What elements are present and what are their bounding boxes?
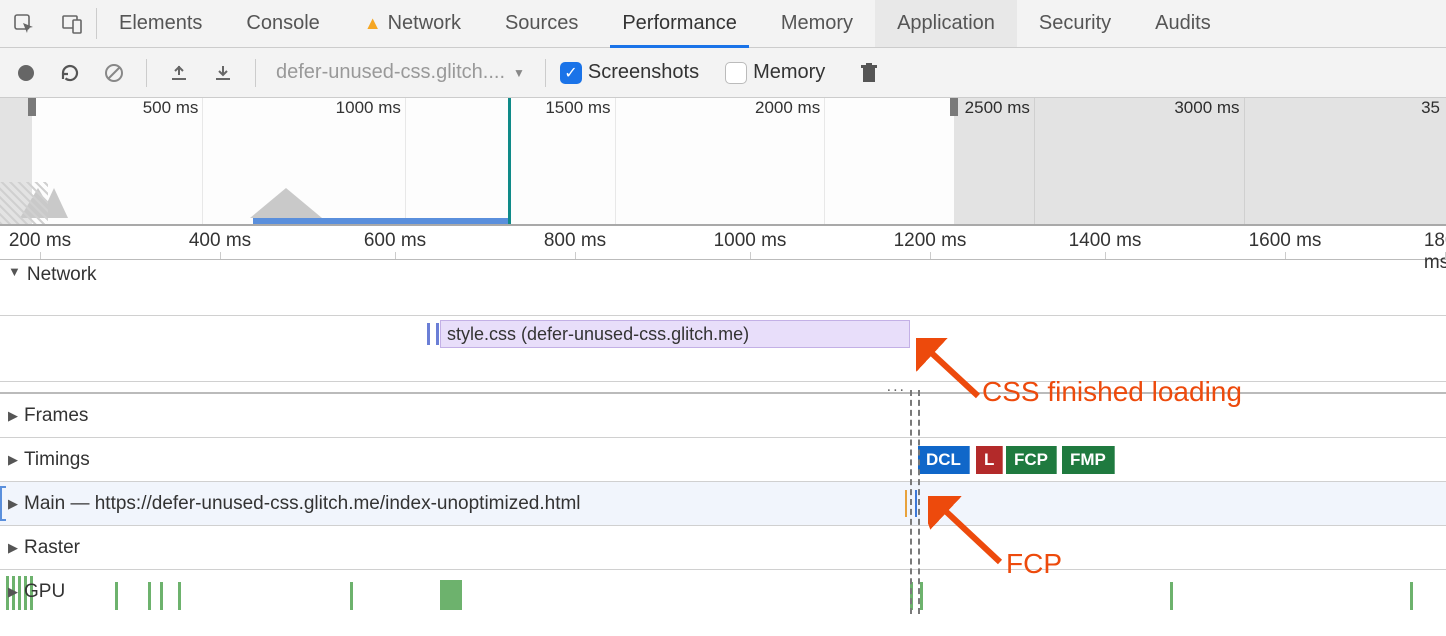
clear-button[interactable] bbox=[96, 55, 132, 91]
overview-hatch bbox=[0, 182, 48, 224]
chevron-right-icon: ▶ bbox=[8, 540, 18, 556]
tab-elements[interactable]: Elements bbox=[97, 0, 224, 47]
overview-tick-line bbox=[202, 98, 203, 224]
device-toggle-icon[interactable] bbox=[48, 0, 96, 47]
gpu-task[interactable] bbox=[148, 582, 151, 610]
gpu-task[interactable] bbox=[178, 582, 181, 610]
overview-tick-line bbox=[615, 98, 616, 224]
tab-console[interactable]: Console bbox=[224, 0, 341, 47]
flamechart-pane: ▼ Network style.css (defer-unused-css.gl… bbox=[0, 260, 1446, 614]
overview-marker bbox=[508, 98, 511, 224]
network-track-body[interactable]: style.css (defer-unused-css.glitch.me) bbox=[0, 316, 1446, 382]
tab-performance[interactable]: Performance bbox=[600, 0, 759, 47]
gpu-task[interactable] bbox=[115, 582, 118, 610]
session-select[interactable]: defer-unused-css.glitch.... ▼ bbox=[270, 61, 531, 84]
gpu-track[interactable]: ▶ GPU bbox=[0, 570, 1446, 614]
reload-button[interactable] bbox=[52, 55, 88, 91]
chevron-right-icon: ▶ bbox=[8, 584, 18, 600]
gpu-task[interactable] bbox=[160, 582, 163, 610]
ruler-tick-label: 800 ms bbox=[544, 230, 606, 252]
ruler-tick-label: 1400 ms bbox=[1069, 230, 1142, 252]
warning-icon: ▲ bbox=[364, 13, 382, 34]
ruler-tick-label: 400 ms bbox=[189, 230, 251, 252]
ruler-tick-line bbox=[1105, 252, 1106, 259]
tab-memory[interactable]: Memory bbox=[759, 0, 875, 47]
overview-tick-label: 1000 ms bbox=[336, 98, 405, 118]
network-request-bar[interactable]: style.css (defer-unused-css.glitch.me) bbox=[440, 320, 910, 348]
network-track-header[interactable]: ▼ Network bbox=[0, 260, 1446, 316]
load-profile-icon[interactable] bbox=[161, 55, 197, 91]
cpu-peak bbox=[250, 178, 322, 218]
record-button[interactable] bbox=[8, 55, 44, 91]
ruler-tick-label: 1000 ms bbox=[714, 230, 787, 252]
overview-timeline[interactable]: 500 ms1000 ms1500 ms2000 ms2500 ms3000 m… bbox=[0, 98, 1446, 226]
tab-audits[interactable]: Audits bbox=[1133, 0, 1233, 47]
chevron-down-icon: ▼ bbox=[8, 264, 21, 279]
session-label: defer-unused-css.glitch.... bbox=[276, 61, 505, 84]
tab-sources[interactable]: Sources bbox=[483, 0, 600, 47]
overview-handle-left[interactable] bbox=[28, 98, 36, 116]
overview-tick-label: 500 ms bbox=[143, 98, 203, 118]
overview-handle-right[interactable] bbox=[950, 98, 958, 116]
overview-mask-right bbox=[954, 98, 1446, 224]
checkbox-checked-icon: ✓ bbox=[560, 62, 582, 84]
main-thread-slice[interactable] bbox=[905, 490, 907, 517]
ruler-tick-line bbox=[40, 252, 41, 259]
memory-toggle[interactable]: Memory bbox=[725, 61, 825, 84]
ruler-tick-line bbox=[1285, 252, 1286, 259]
tab-security[interactable]: Security bbox=[1017, 0, 1133, 47]
overview-tick-label: 2000 ms bbox=[755, 98, 824, 118]
save-profile-icon[interactable] bbox=[205, 55, 241, 91]
main-bracket bbox=[0, 486, 6, 521]
gpu-task[interactable] bbox=[920, 582, 923, 610]
overview-network-bar bbox=[253, 218, 507, 224]
gpu-task[interactable] bbox=[1410, 582, 1413, 610]
timings-track[interactable]: ▶ Timings DCLLFCPFMP bbox=[0, 438, 1446, 482]
ruler-tick-label: 600 ms bbox=[364, 230, 426, 252]
tab-network[interactable]: ▲Network bbox=[342, 0, 483, 47]
inspect-icon[interactable] bbox=[0, 0, 48, 47]
raster-track[interactable]: ▶ Raster bbox=[0, 526, 1446, 570]
ruler-tick-label: 1200 ms bbox=[894, 230, 967, 252]
tab-application[interactable]: Application bbox=[875, 0, 1017, 47]
request-queue-segment bbox=[427, 323, 439, 345]
timing-badge-fmp[interactable]: FMP bbox=[1062, 446, 1115, 474]
trash-icon[interactable] bbox=[851, 55, 887, 91]
chevron-right-icon: ▶ bbox=[8, 452, 18, 468]
devtools-tab-strip: Elements Console ▲Network Sources Perfor… bbox=[0, 0, 1446, 48]
timing-vline bbox=[910, 390, 912, 614]
gpu-task[interactable] bbox=[350, 582, 353, 610]
checkbox-unchecked-icon bbox=[725, 62, 747, 84]
screenshots-toggle[interactable]: ✓ Screenshots bbox=[560, 61, 699, 84]
ruler-tick-line bbox=[395, 252, 396, 259]
ruler-tick-label: 200 ms bbox=[9, 230, 71, 252]
overview-tick-line bbox=[824, 98, 825, 224]
chevron-right-icon: ▶ bbox=[8, 496, 18, 512]
chevron-right-icon: ▶ bbox=[8, 408, 18, 424]
ruler-tick-label: 1600 ms bbox=[1249, 230, 1322, 252]
gpu-task[interactable] bbox=[440, 580, 462, 610]
timing-vline bbox=[918, 390, 920, 614]
timing-badge-fcp[interactable]: FCP bbox=[1006, 446, 1057, 474]
main-track[interactable]: ▶ Main — https://defer-unused-css.glitch… bbox=[0, 482, 1446, 526]
ruler-tick-line bbox=[930, 252, 931, 259]
performance-toolbar: defer-unused-css.glitch.... ▼ ✓ Screensh… bbox=[0, 48, 1446, 98]
ruler-tick-line bbox=[750, 252, 751, 259]
main-thread-slice[interactable] bbox=[915, 490, 917, 517]
ruler-tick-line bbox=[575, 252, 576, 259]
ruler-tick-line bbox=[220, 252, 221, 259]
overview-tick-label: 1500 ms bbox=[545, 98, 614, 118]
timing-badge-l[interactable]: L bbox=[976, 446, 1003, 474]
overview-tick-line bbox=[405, 98, 406, 224]
gpu-task[interactable] bbox=[1170, 582, 1173, 610]
chevron-down-icon: ▼ bbox=[513, 66, 525, 80]
timing-badge-dcl[interactable]: DCL bbox=[918, 446, 970, 474]
detail-ruler[interactable]: 200 ms 400 ms 600 ms 800 ms 1000 ms 1200 ms 14… bbox=[0, 226, 1446, 260]
